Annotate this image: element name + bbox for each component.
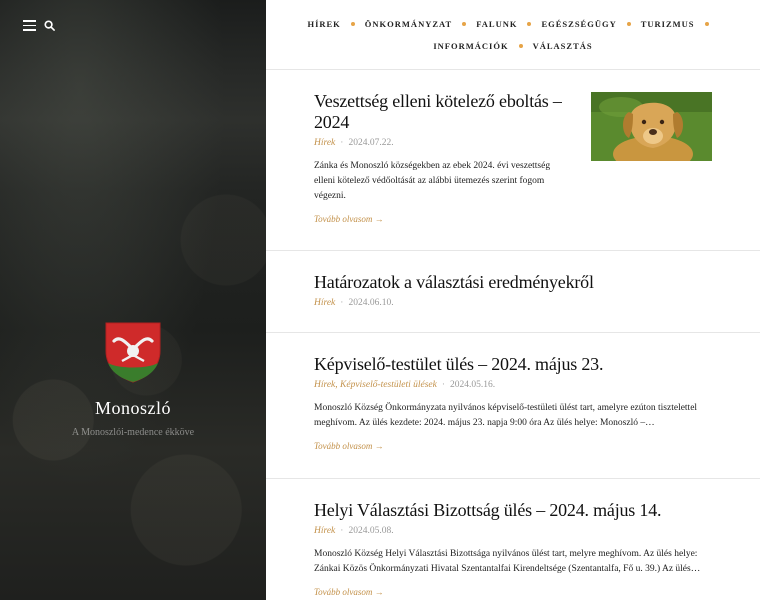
nav-item-hirek[interactable]: HÍREK <box>307 19 340 29</box>
post-date: 2024.06.10. <box>348 298 394 308</box>
nav-separator-dot <box>626 22 631 26</box>
post-excerpt: Monoszló Község Helyi Választási Bizotts… <box>314 549 701 574</box>
dog-image <box>591 92 712 161</box>
post-title[interactable]: Helyi Választási Bizottság ülés – 2024. … <box>314 500 712 521</box>
nav-item-informaciok[interactable]: INFORMÁCIÓK <box>433 41 508 51</box>
nav-item-egeszsegugy[interactable]: EGÉSZSÉGÜGY <box>541 19 616 29</box>
post-category-link[interactable]: Hírek <box>314 298 335 308</box>
post-category-link[interactable]: Hírek, Képviselő-testületi ülések <box>314 380 437 390</box>
post-meta: Hírek · 2024.06.10. <box>314 298 712 308</box>
post-meta: Hírek · 2024.07.22. <box>314 138 564 148</box>
main-navigation: HÍREK ÖNKORMÁNYZAT FALUNK EGÉSZSÉGÜGY TU… <box>266 0 760 70</box>
site-sidebar: Monoszló A Monoszlói-medence ékköve <box>0 0 266 600</box>
read-more-link[interactable]: Tovább olvasom → <box>314 441 384 451</box>
post-meta: Hírek, Képviselő-testületi ülések · 2024.0… <box>314 380 712 390</box>
nav-row-2: INFORMÁCIÓK VÁLASZTÁS <box>266 41 760 51</box>
nav-item-onkormanyzat[interactable]: ÖNKORMÁNYZAT <box>365 19 452 29</box>
read-more-link[interactable]: Tovább olvasom → <box>314 587 384 597</box>
meta-separator: · <box>340 138 344 148</box>
nav-item-falunk[interactable]: FALUNK <box>476 19 517 29</box>
post-meta: Hírek · 2024.05.08. <box>314 526 712 536</box>
site-tagline: A Monoszlói-medence ékköve <box>71 427 195 438</box>
post-item: Képviselő-testület ülés – 2024. május 23… <box>266 333 760 479</box>
post-category-link[interactable]: Hírek <box>314 138 335 148</box>
nav-separator-dot <box>704 22 709 26</box>
coat-of-arms-logo[interactable] <box>104 321 162 383</box>
search-icon[interactable] <box>44 20 55 31</box>
nav-row-1: HÍREK ÖNKORMÁNYZAT FALUNK EGÉSZSÉGÜGY TU… <box>266 19 760 29</box>
post-text: Veszettség elleni kötelező eboltás – 202… <box>314 91 564 227</box>
nav-separator-dot <box>350 22 355 26</box>
post-title[interactable]: Határozatok a választási eredményekről <box>314 272 712 293</box>
post-date: 2024.07.22. <box>348 138 394 148</box>
post-item: Helyi Választási Bizottság ülés – 2024. … <box>266 479 760 600</box>
post-thumbnail-dog[interactable] <box>591 92 712 161</box>
nav-item-turizmus[interactable]: TURIZMUS <box>641 19 695 29</box>
nav-item-valasztas[interactable]: VÁLASZTÁS <box>533 41 593 51</box>
post-title[interactable]: Képviselő-testület ülés – 2024. május 23… <box>314 354 712 375</box>
post-category-link[interactable]: Hírek <box>314 526 335 536</box>
post-excerpt: Monoszló Község Önkormányzata nyilvános … <box>314 403 698 428</box>
nav-separator-dot <box>462 22 467 26</box>
post-list: Veszettség elleni kötelező eboltás – 202… <box>266 70 760 600</box>
meta-separator: · <box>340 298 344 308</box>
read-more-link[interactable]: Tovább olvasom → <box>314 214 384 224</box>
site-title[interactable]: Monoszló <box>0 398 266 419</box>
post-item: Veszettség elleni kötelező eboltás – 202… <box>266 70 760 251</box>
post-item: Határozatok a választási eredményekről H… <box>266 251 760 333</box>
post-date: 2024.05.16. <box>450 380 496 390</box>
meta-separator: · <box>441 380 446 390</box>
nav-separator-dot <box>518 44 523 48</box>
post-date: 2024.05.08. <box>348 526 394 536</box>
menu-icon[interactable] <box>23 20 36 31</box>
nav-separator-dot <box>527 22 532 26</box>
meta-separator: · <box>340 526 344 536</box>
post-excerpt: Zánka és Monoszló községekben az ebek 20… <box>314 161 551 201</box>
sidebar-controls <box>23 20 55 31</box>
post-title[interactable]: Veszettség elleni kötelező eboltás – 202… <box>314 91 564 133</box>
